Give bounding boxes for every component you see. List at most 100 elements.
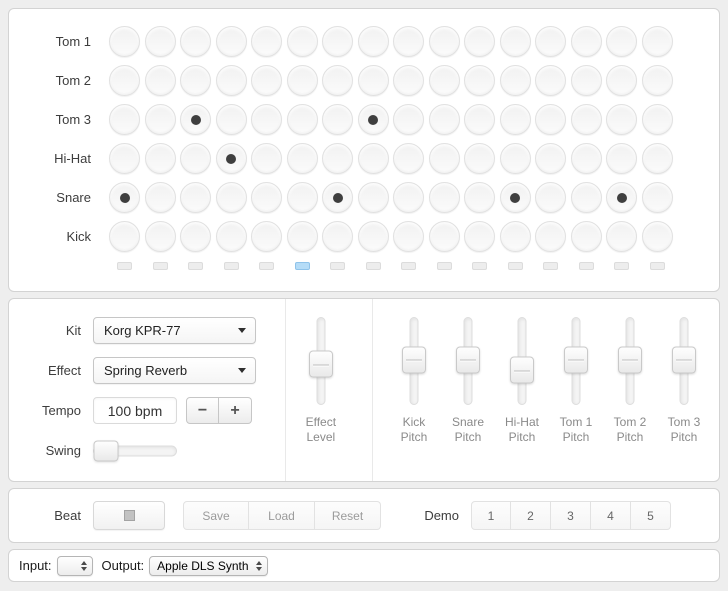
- effect-select[interactable]: Spring Reverb: [93, 357, 256, 384]
- seq-pad[interactable]: [358, 143, 389, 174]
- seq-pad[interactable]: [429, 143, 460, 174]
- tempo-decrease-button[interactable]: −: [186, 397, 219, 424]
- seq-pad-active[interactable]: [109, 182, 140, 213]
- seq-pad[interactable]: [535, 104, 566, 135]
- seq-pad[interactable]: [251, 26, 282, 57]
- seq-pad[interactable]: [358, 221, 389, 252]
- seq-pad-active[interactable]: [180, 104, 211, 135]
- seq-pad[interactable]: [535, 182, 566, 213]
- seq-pad[interactable]: [251, 221, 282, 252]
- seq-pad[interactable]: [571, 104, 602, 135]
- tom-1-pitch-slider[interactable]: [563, 317, 589, 405]
- seq-pad[interactable]: [287, 26, 318, 57]
- slider-handle[interactable]: [564, 346, 588, 373]
- seq-pad[interactable]: [500, 26, 531, 57]
- seq-pad[interactable]: [393, 221, 424, 252]
- seq-pad[interactable]: [535, 65, 566, 96]
- seq-pad[interactable]: [180, 143, 211, 174]
- seq-pad[interactable]: [571, 26, 602, 57]
- seq-pad[interactable]: [109, 26, 140, 57]
- seq-pad-active[interactable]: [606, 182, 637, 213]
- kit-select[interactable]: Korg KPR-77: [93, 317, 256, 344]
- seq-pad[interactable]: [571, 182, 602, 213]
- seq-pad[interactable]: [464, 221, 495, 252]
- reset-button[interactable]: Reset: [315, 501, 381, 530]
- kick-pitch-slider[interactable]: [401, 317, 427, 405]
- seq-pad[interactable]: [464, 104, 495, 135]
- seq-pad[interactable]: [571, 221, 602, 252]
- seq-pad[interactable]: [429, 182, 460, 213]
- slider-handle[interactable]: [672, 346, 696, 373]
- seq-pad[interactable]: [642, 26, 673, 57]
- seq-pad[interactable]: [535, 26, 566, 57]
- seq-pad[interactable]: [287, 182, 318, 213]
- seq-pad[interactable]: [358, 26, 389, 57]
- seq-pad[interactable]: [642, 143, 673, 174]
- seq-pad[interactable]: [145, 26, 176, 57]
- seq-pad[interactable]: [216, 104, 247, 135]
- seq-pad[interactable]: [145, 143, 176, 174]
- seq-pad[interactable]: [642, 65, 673, 96]
- seq-pad[interactable]: [393, 182, 424, 213]
- tom-3-pitch-slider[interactable]: [671, 317, 697, 405]
- seq-pad[interactable]: [145, 182, 176, 213]
- tom-2-pitch-slider[interactable]: [617, 317, 643, 405]
- seq-pad[interactable]: [322, 65, 353, 96]
- seq-pad[interactable]: [429, 104, 460, 135]
- seq-pad[interactable]: [464, 182, 495, 213]
- seq-pad[interactable]: [216, 221, 247, 252]
- seq-pad[interactable]: [535, 143, 566, 174]
- seq-pad[interactable]: [393, 26, 424, 57]
- seq-pad[interactable]: [109, 221, 140, 252]
- seq-pad[interactable]: [287, 65, 318, 96]
- seq-pad[interactable]: [251, 182, 282, 213]
- seq-pad[interactable]: [429, 26, 460, 57]
- seq-pad[interactable]: [180, 221, 211, 252]
- save-button[interactable]: Save: [183, 501, 249, 530]
- seq-pad[interactable]: [145, 221, 176, 252]
- seq-pad[interactable]: [393, 104, 424, 135]
- seq-pad[interactable]: [642, 221, 673, 252]
- seq-pad[interactable]: [358, 65, 389, 96]
- seq-pad[interactable]: [642, 104, 673, 135]
- snare-pitch-slider[interactable]: [455, 317, 481, 405]
- seq-pad[interactable]: [606, 143, 637, 174]
- seq-pad[interactable]: [464, 26, 495, 57]
- demo-2-button[interactable]: 2: [511, 501, 551, 530]
- seq-pad[interactable]: [287, 221, 318, 252]
- seq-pad[interactable]: [571, 143, 602, 174]
- seq-pad[interactable]: [393, 143, 424, 174]
- seq-pad-active[interactable]: [500, 182, 531, 213]
- stop-button[interactable]: [93, 501, 165, 530]
- demo-5-button[interactable]: 5: [631, 501, 671, 530]
- seq-pad[interactable]: [606, 221, 637, 252]
- tempo-increase-button[interactable]: +: [219, 397, 252, 424]
- swing-slider[interactable]: [93, 440, 177, 461]
- seq-pad-active[interactable]: [216, 143, 247, 174]
- seq-pad[interactable]: [216, 182, 247, 213]
- seq-pad-active[interactable]: [322, 182, 353, 213]
- seq-pad[interactable]: [571, 65, 602, 96]
- seq-pad[interactable]: [216, 26, 247, 57]
- seq-pad[interactable]: [393, 65, 424, 96]
- seq-pad[interactable]: [322, 143, 353, 174]
- seq-pad[interactable]: [251, 65, 282, 96]
- seq-pad[interactable]: [464, 143, 495, 174]
- seq-pad[interactable]: [500, 104, 531, 135]
- seq-pad[interactable]: [500, 143, 531, 174]
- slider-handle[interactable]: [510, 357, 534, 384]
- seq-pad[interactable]: [109, 104, 140, 135]
- effect-level-slider-handle[interactable]: [309, 351, 333, 378]
- seq-pad[interactable]: [606, 65, 637, 96]
- seq-pad[interactable]: [606, 26, 637, 57]
- seq-pad[interactable]: [358, 182, 389, 213]
- slider-handle[interactable]: [402, 346, 426, 373]
- seq-pad[interactable]: [251, 143, 282, 174]
- seq-pad[interactable]: [322, 104, 353, 135]
- slider-handle[interactable]: [618, 346, 642, 373]
- seq-pad[interactable]: [464, 65, 495, 96]
- seq-pad[interactable]: [535, 221, 566, 252]
- seq-pad[interactable]: [642, 182, 673, 213]
- seq-pad[interactable]: [180, 26, 211, 57]
- seq-pad[interactable]: [145, 65, 176, 96]
